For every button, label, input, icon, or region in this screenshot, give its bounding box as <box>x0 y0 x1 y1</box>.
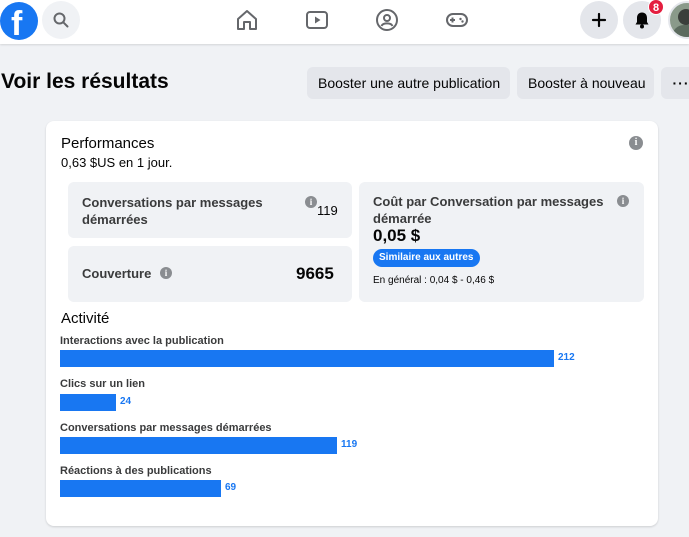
typical-range: En général : 0,04 $ - 0,46 $ <box>373 275 495 286</box>
activity-value-conversations: 119 <box>341 439 358 450</box>
notification-count-badge: 8 <box>648 0 664 15</box>
activity-label-link-clicks: Clics sur un lien <box>60 378 145 390</box>
reach-value: 9665 <box>296 264 334 283</box>
cost-value: 0,05 $ <box>373 226 421 245</box>
conversations-metric: Conversations par messages démarrées i 1… <box>68 182 352 238</box>
performance-title: Performances <box>61 135 155 152</box>
activity-bar-interactions <box>60 350 554 367</box>
activity-bar-reactions <box>60 480 221 497</box>
boost-again-button[interactable]: Booster à nouveau <box>517 67 654 99</box>
activity-bar-link-clicks <box>60 394 116 411</box>
page-title: Voir les résultats <box>1 70 169 93</box>
cost-label: Coût par Conversation par messages démar… <box>373 194 604 226</box>
watch-icon <box>306 11 328 29</box>
activity-value-reactions: 69 <box>225 482 237 493</box>
spend-period: en 1 jour. <box>115 155 173 170</box>
activity-title: Activité <box>61 310 110 327</box>
activity-label-interactions: Interactions avec la publication <box>60 335 224 347</box>
gaming-tab[interactable] <box>445 8 469 32</box>
facebook-logo-icon[interactable]: f <box>0 2 38 40</box>
info-icon[interactable]: i <box>305 196 317 208</box>
watch-tab[interactable] <box>305 8 329 32</box>
activity-label-conversations: Conversations par messages démarrées <box>60 422 272 434</box>
boost-other-post-button[interactable]: Booster une autre publication <box>307 67 510 99</box>
activity-bar-conversations <box>60 437 337 454</box>
home-tab[interactable] <box>235 8 259 32</box>
performance-summary: 0,63 $US en 1 jour. <box>61 155 172 170</box>
create-button[interactable] <box>580 1 618 39</box>
reach-metric: Couverture i 9665 <box>68 246 352 302</box>
plus-icon <box>591 12 607 28</box>
activity-value-link-clicks: 24 <box>120 396 132 407</box>
comparison-badge: Similaire aux autres <box>373 249 480 267</box>
top-navigation-bar: f 8 <box>0 0 689 44</box>
bell-icon <box>635 12 649 29</box>
search-button[interactable] <box>42 1 80 39</box>
info-icon[interactable]: i <box>617 195 629 207</box>
activity-value-interactions: 212 <box>558 352 575 363</box>
spend-amount: 0,63 $US <box>61 155 116 170</box>
gaming-icon <box>446 13 468 27</box>
avatar[interactable] <box>668 1 689 39</box>
conversations-value: 119 <box>317 203 338 218</box>
more-options-button[interactable]: ··· <box>661 67 689 99</box>
home-icon <box>237 10 257 30</box>
reach-label: Couverture <box>82 266 152 281</box>
activity-label-reactions: Réactions à des publications <box>60 465 212 477</box>
info-icon[interactable]: i <box>160 267 172 279</box>
groups-tab[interactable] <box>375 8 399 32</box>
logo-letter: f <box>11 5 23 40</box>
search-icon <box>53 12 69 28</box>
cost-per-conversation-metric: Coût par Conversation par messages démar… <box>359 182 644 302</box>
results-card: Performances i 0,63 $US en 1 jour. Conve… <box>46 121 658 526</box>
groups-icon <box>376 9 398 31</box>
conversations-label: Conversations par messages démarrées <box>82 195 263 227</box>
info-icon[interactable]: i <box>629 136 643 150</box>
